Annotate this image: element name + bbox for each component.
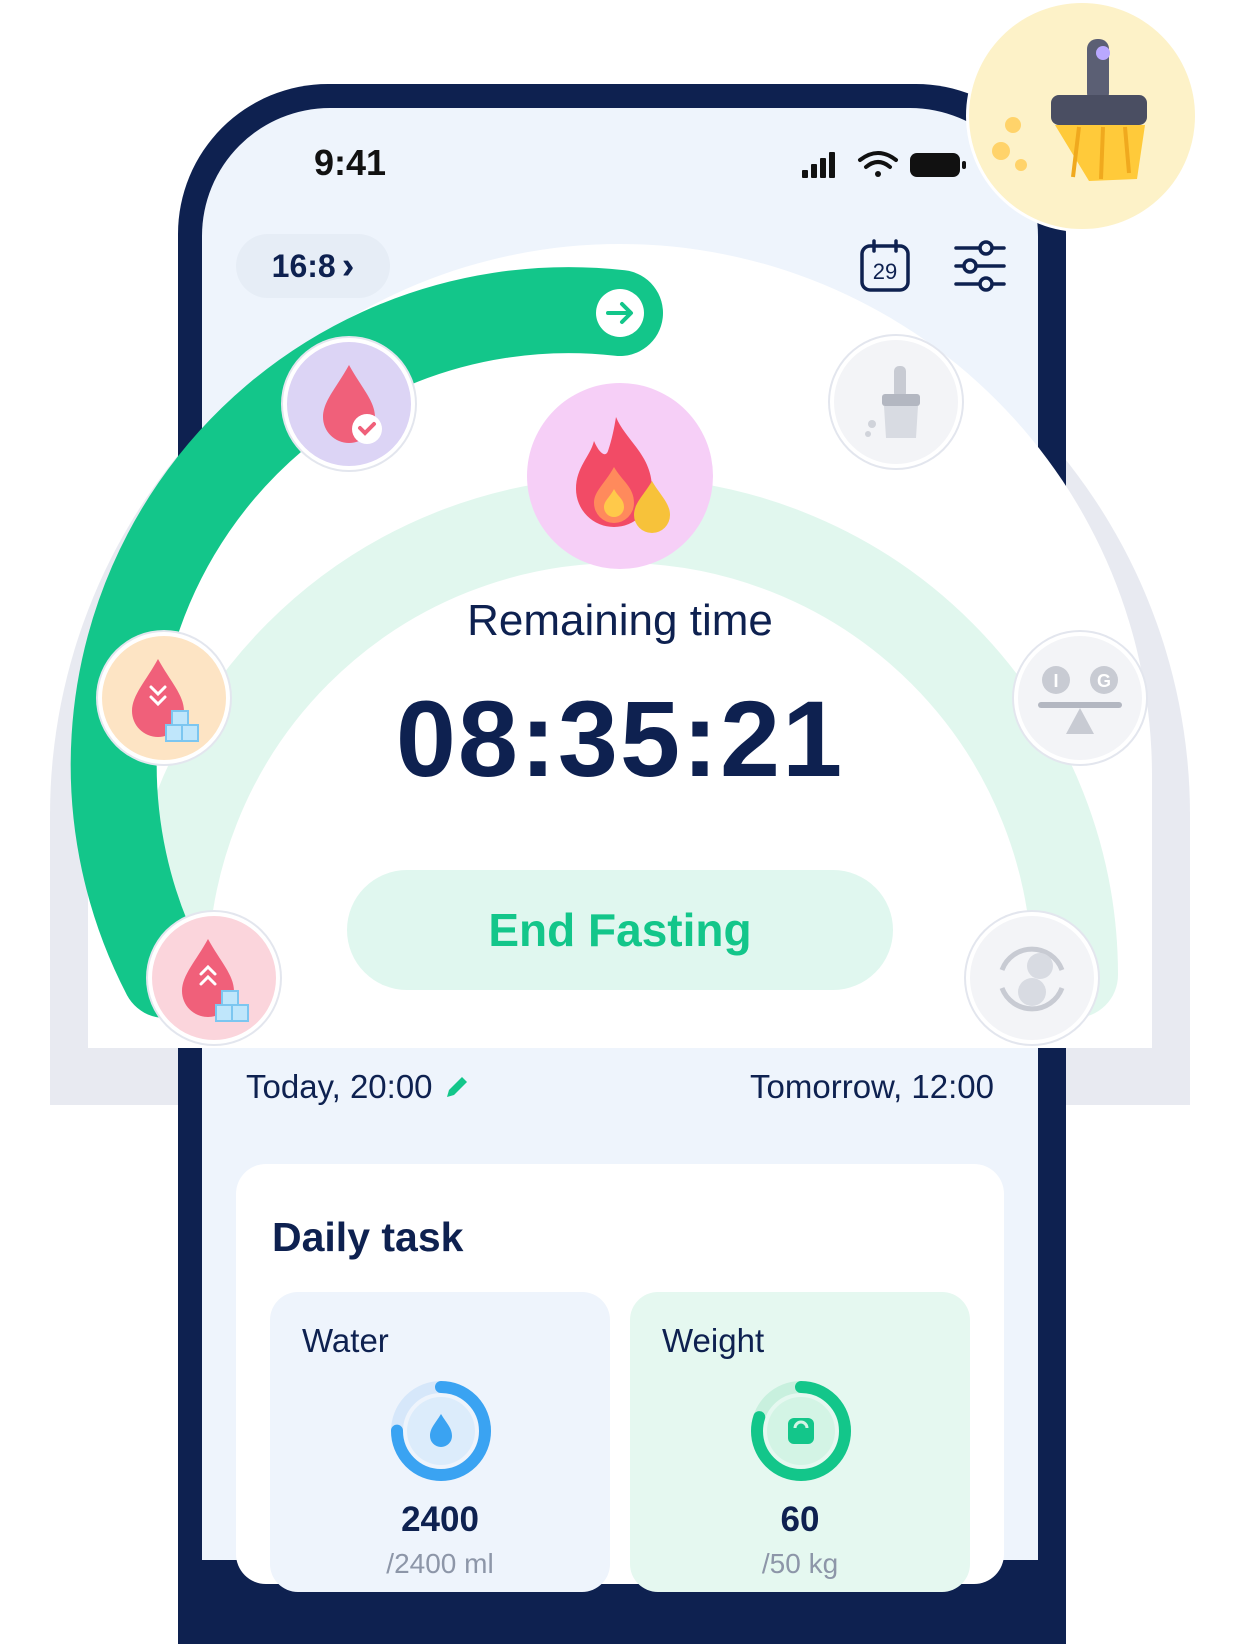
water-label: Water (302, 1322, 389, 1359)
arrow-right-icon (596, 289, 644, 337)
end-fasting-button[interactable]: End Fasting (347, 870, 893, 990)
stage-autophagy[interactable] (830, 336, 962, 468)
stage-cell-renewal[interactable] (966, 912, 1098, 1044)
flame-drop-icon (576, 417, 670, 533)
fasting-start[interactable]: Today, 20:00 (246, 1068, 471, 1106)
stage-blood-sugar-rise[interactable] (148, 912, 280, 1044)
blood-drop-sugar-up-icon (182, 939, 249, 1022)
stage-blood-sugar-normal[interactable] (283, 338, 415, 470)
weight-label: Weight (662, 1322, 765, 1359)
water-goal: /2400 ml (386, 1548, 494, 1579)
start-time-label: Today, 20:00 (246, 1068, 433, 1105)
weight-gauge (751, 1381, 851, 1481)
countdown-timer: 08:35:21 (395, 678, 845, 799)
stage-blood-sugar-fall[interactable] (98, 632, 230, 764)
broom-icon (865, 366, 920, 438)
weight-goal: /50 kg (761, 1548, 839, 1579)
broom-icon (992, 39, 1147, 181)
svg-text:I: I (1053, 671, 1058, 691)
scale-icon (788, 1418, 814, 1444)
water-value: 2400 (401, 1500, 479, 1539)
stage-insulin-glucagon[interactable]: I G (1014, 632, 1146, 764)
water-tile[interactable]: Water 2400 /2400 ml (270, 1292, 610, 1592)
svg-text:G: G (1097, 671, 1111, 691)
fasting-end: Tomorrow, 12:00 (750, 1068, 994, 1105)
stage-fat-burning (527, 383, 713, 569)
autophagy-badge (966, 0, 1198, 232)
balance-scale-icon: I G (1038, 666, 1122, 734)
water-gauge (391, 1381, 491, 1481)
daily-task-title: Daily task (272, 1214, 464, 1260)
remaining-time-label: Remaining time (467, 596, 773, 645)
weight-value: 60 (780, 1500, 820, 1539)
blood-drop-sugar-down-icon (132, 659, 199, 742)
weight-tile[interactable]: Weight 60 /50 kg (630, 1292, 970, 1592)
cell-cycle-icon (999, 946, 1065, 1012)
blood-drop-heart-icon (323, 365, 382, 444)
pencil-icon[interactable] (443, 1073, 471, 1101)
